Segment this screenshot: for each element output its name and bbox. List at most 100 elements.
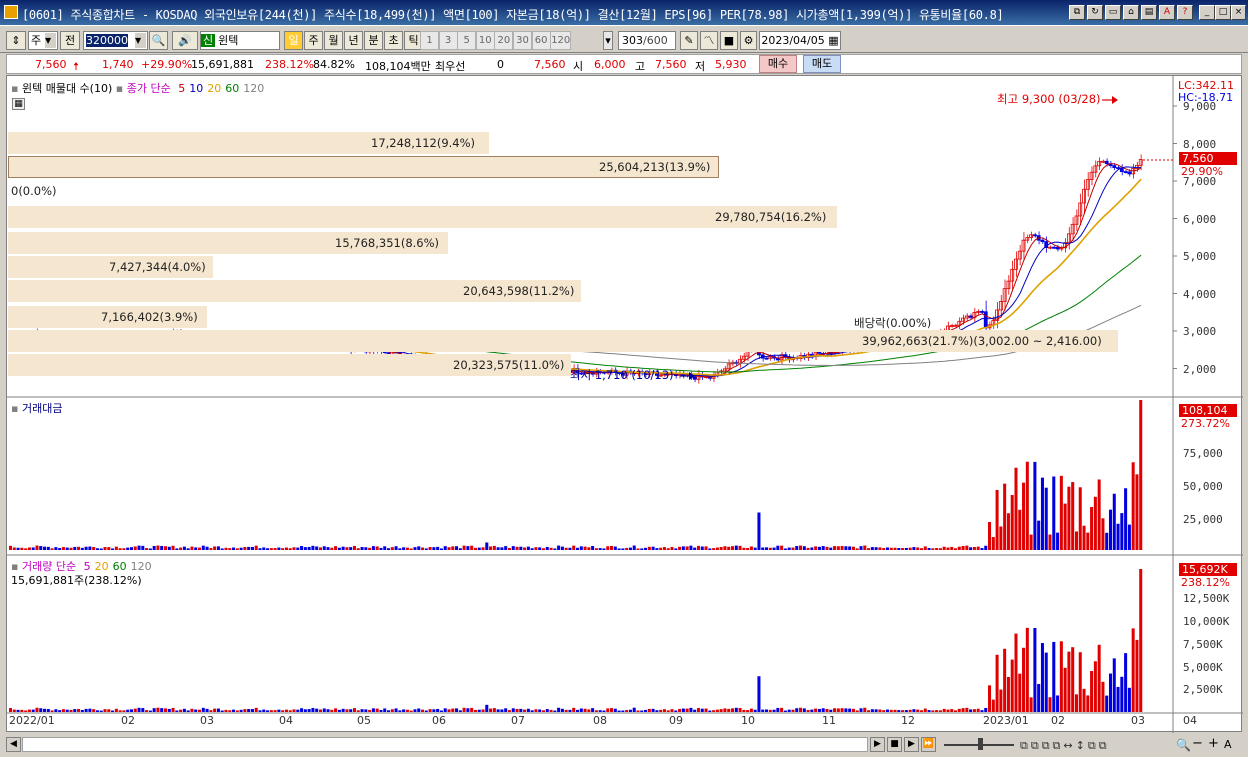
volume-bar [689, 707, 693, 712]
period-tab[interactable]: 분 [364, 31, 383, 50]
interval-tab[interactable]: 30 [513, 31, 532, 50]
volume-bar [681, 708, 685, 712]
sell-button[interactable]: 매도 [803, 55, 841, 73]
chart-type-icon[interactable]: ⇕ [6, 31, 26, 50]
stop-button[interactable]: ■ [887, 737, 902, 752]
prev-button[interactable]: 전 [60, 31, 80, 50]
change-pct: +29.90% [141, 58, 193, 71]
print-icon[interactable]: ▤ [1141, 5, 1157, 20]
link-icon[interactable]: ⧉ [1069, 5, 1085, 20]
amount-bar [341, 546, 345, 550]
amount-bar [863, 545, 867, 550]
zoom-out-icon[interactable]: 🔍 [1176, 738, 1191, 752]
volume-bar [678, 708, 682, 712]
close-button[interactable]: × [1231, 5, 1246, 20]
window-title: [0601] 주식종합차트 - KOSDAQ 외국인보유[244(천)] 주식수… [22, 8, 1004, 22]
sound-icon[interactable]: 🔊 [172, 31, 198, 50]
volume-bar [534, 709, 538, 712]
font-icon[interactable]: A [1159, 5, 1175, 20]
interval-tab[interactable]: 120 [550, 31, 572, 50]
period-tab[interactable]: 년 [344, 31, 363, 50]
search-icon[interactable]: 🔍 [149, 31, 168, 50]
scroll-right-button[interactable]: ▶ [870, 737, 885, 752]
stock-code-input[interactable]: 320000 ▼ [83, 31, 148, 50]
minimize-button[interactable]: _ [1199, 5, 1215, 20]
interval-tab[interactable]: 3 [438, 31, 458, 50]
date-picker[interactable]: 2023/04/05 ▦ [759, 31, 841, 50]
chevron-down-icon[interactable]: ▾ [603, 31, 613, 50]
help-icon[interactable]: ? [1177, 5, 1193, 20]
amount-bar [481, 547, 485, 550]
tool-icon[interactable]: ✎ [680, 31, 698, 50]
amount-bar [477, 547, 481, 550]
volume-bar [1037, 684, 1041, 712]
interval-tab[interactable]: 1 [420, 31, 439, 50]
volume-bar [1067, 651, 1071, 712]
drawing-tools[interactable]: ⧉⧉⧉⧉↔↕⧉⧉ [1020, 739, 1110, 753]
period-tab[interactable]: 주 [304, 31, 323, 50]
volume-bar [61, 709, 65, 712]
volume-bar [12, 709, 16, 712]
amount-bar [156, 545, 160, 550]
amount-bar [360, 547, 364, 550]
amount-bar [114, 546, 118, 550]
lock-icon[interactable]: ⌂ [1123, 5, 1139, 20]
volume-bar [904, 710, 908, 712]
count-value: 303 [622, 34, 643, 47]
amount-bar [88, 546, 92, 550]
scroll-track[interactable] [22, 737, 868, 752]
window-icon[interactable]: ▭ [1105, 5, 1121, 20]
amount-bar [451, 546, 455, 550]
interval-tab[interactable]: 60 [531, 31, 551, 50]
trend-icon[interactable]: 〽 [700, 31, 718, 50]
volume-bar [307, 709, 311, 712]
amount-bar [783, 548, 787, 550]
volume-bar [175, 710, 179, 712]
stock-name-field[interactable]: 신 윈텍 [200, 31, 280, 50]
pref-label: 최우선 [435, 60, 466, 73]
minus-icon[interactable]: − [1192, 736, 1203, 751]
amount-bar [897, 548, 901, 550]
interval-tab[interactable]: 10 [475, 31, 495, 50]
save-icon[interactable]: ■ [720, 31, 738, 50]
candle-body [1051, 246, 1056, 249]
play-button[interactable]: ▶ [904, 737, 919, 752]
volume-tick: 5,000K [1183, 661, 1223, 674]
auto-scale-button[interactable]: A [1224, 738, 1232, 751]
amount-bar [519, 546, 523, 550]
plus-icon[interactable]: + [1208, 736, 1219, 751]
count-input[interactable]: 303/600 [618, 31, 676, 50]
volume-bar [662, 709, 666, 712]
refresh-icon[interactable]: ↻ [1087, 5, 1103, 20]
scroll-left-button[interactable]: ◀ [6, 737, 21, 752]
volume-bar [670, 709, 674, 712]
amount-bar [80, 547, 84, 550]
maximize-button[interactable]: □ [1215, 5, 1231, 20]
amount-bar [685, 546, 689, 550]
volume-bar [141, 708, 145, 712]
volume-bar [371, 708, 375, 712]
buy-button[interactable]: 매수 [759, 55, 797, 73]
volume-bar [24, 710, 28, 712]
chart-area[interactable]: 17,248,112(9.4%) 25,604,213(13.9%) 0(0.0%)… [6, 75, 1243, 733]
amount-bar [95, 548, 99, 550]
period-tab[interactable]: 초 [384, 31, 403, 50]
amount-bar [118, 548, 122, 550]
amount-bar [322, 546, 326, 550]
volume-bar [481, 709, 485, 712]
zoom-slider-handle[interactable] [978, 738, 983, 750]
interval-tab[interactable]: 20 [494, 31, 514, 50]
volume-bar [655, 710, 659, 712]
period-type-select[interactable]: 주 ▼ [28, 31, 58, 50]
amount-bar [1025, 461, 1029, 550]
settings-icon[interactable]: ⚙ [740, 31, 757, 50]
volume-bar [1071, 647, 1075, 712]
grid-toggle-icon[interactable]: ▦ [12, 98, 25, 110]
amount-bar [768, 547, 772, 550]
month-label: 06 [432, 714, 446, 727]
fast-forward-button[interactable]: ⏩ [921, 737, 936, 752]
period-tab[interactable]: 월 [324, 31, 343, 50]
period-tab[interactable]: 일 [284, 31, 303, 50]
interval-tab[interactable]: 5 [457, 31, 477, 50]
pref-price: 7,560 [534, 58, 566, 71]
